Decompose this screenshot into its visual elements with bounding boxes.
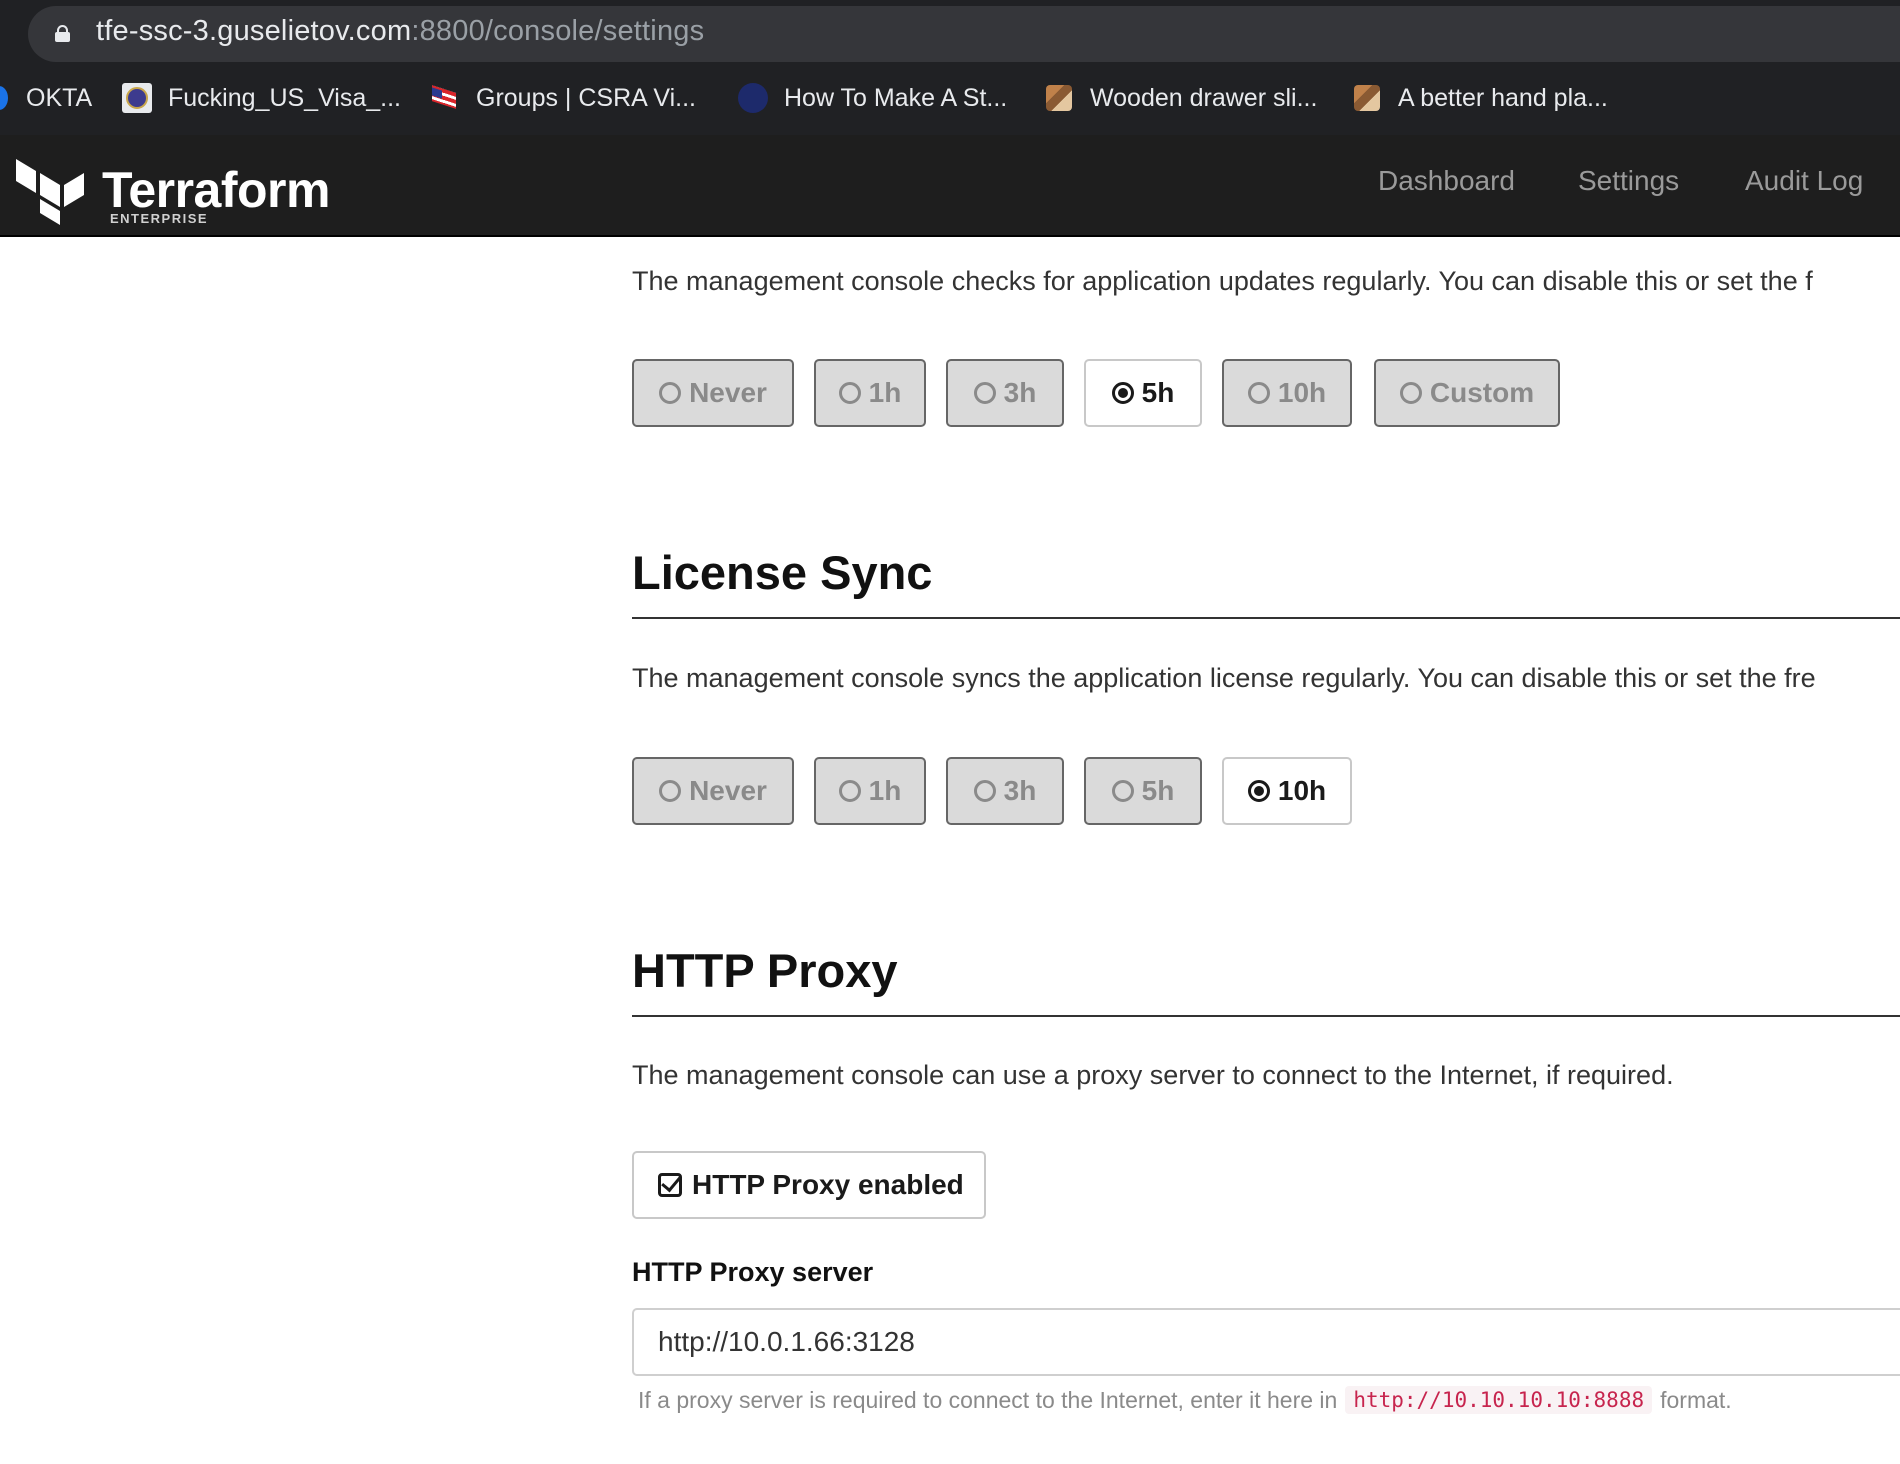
section-divider bbox=[632, 617, 1900, 619]
radio-selected-icon bbox=[1111, 382, 1134, 404]
bookmark-csra-groups[interactable]: Groups | CSRA Vi... bbox=[430, 75, 696, 121]
radio-selected-icon bbox=[1247, 780, 1270, 802]
radio-empty-icon bbox=[1111, 780, 1134, 802]
section-divider bbox=[632, 1015, 1900, 1017]
flag-favicon-icon bbox=[430, 83, 460, 113]
option-label: 3h bbox=[1003, 377, 1037, 408]
updates-option-3h[interactable]: 3h bbox=[946, 359, 1064, 427]
updates-option-1h[interactable]: 1h bbox=[814, 359, 926, 427]
license-sync-option-5h[interactable]: 5h bbox=[1084, 757, 1202, 825]
license-sync-option-1h[interactable]: 1h bbox=[814, 757, 926, 825]
app-header: Terraform ENTERPRISE Dashboard Settings … bbox=[0, 135, 1900, 237]
option-label: 1h bbox=[868, 377, 902, 408]
proxy-help-text: If a proxy server is required to connect… bbox=[638, 1386, 1732, 1414]
checkbox-label: HTTP Proxy enabled bbox=[692, 1169, 964, 1200]
updates-option-never[interactable]: Never bbox=[632, 359, 794, 427]
terraform-logo-icon[interactable] bbox=[16, 157, 86, 225]
http-proxy-title: HTTP Proxy bbox=[632, 944, 898, 997]
license-sync-option-10h[interactable]: 10h bbox=[1222, 757, 1352, 825]
radio-empty-icon bbox=[1247, 382, 1270, 404]
browser-chrome: tfe-ssc-3.guselietov.com:8800/console/se… bbox=[0, 0, 1900, 135]
proxy-server-label: HTTP Proxy server bbox=[632, 1257, 874, 1287]
bookmark-wooden-drawer[interactable]: Wooden drawer sli... bbox=[1044, 75, 1317, 121]
license-sync-description: The management console syncs the applica… bbox=[632, 663, 1816, 693]
option-label: Never bbox=[689, 775, 767, 806]
option-label: 5h bbox=[1141, 775, 1175, 806]
http-proxy-enabled-checkbox[interactable]: HTTP Proxy enabled bbox=[632, 1151, 986, 1219]
option-label: 5h bbox=[1141, 377, 1175, 408]
bookmark-label: Wooden drawer sli... bbox=[1090, 83, 1318, 112]
radio-empty-icon bbox=[838, 382, 861, 404]
radio-empty-icon bbox=[1399, 382, 1422, 404]
bookmark-label: How To Make A St... bbox=[784, 83, 1008, 112]
wood-favicon-icon bbox=[1352, 83, 1382, 113]
bookmark-label: A better hand pla... bbox=[1398, 83, 1608, 112]
nav-settings[interactable]: Settings bbox=[1578, 165, 1679, 197]
option-label: 10h bbox=[1277, 775, 1327, 806]
radio-empty-icon bbox=[659, 382, 682, 404]
nav-audit-log[interactable]: Audit Log bbox=[1745, 165, 1863, 197]
http-proxy-description: The management console can use a proxy s… bbox=[632, 1060, 1674, 1090]
license-sync-option-3h[interactable]: 3h bbox=[946, 757, 1064, 825]
url-text[interactable]: tfe-ssc-3.guselietov.com:8800/console/se… bbox=[96, 15, 704, 48]
option-label: Custom bbox=[1429, 377, 1535, 408]
proxy-server-input[interactable] bbox=[632, 1308, 1900, 1376]
radio-empty-icon bbox=[973, 780, 996, 802]
help-example-code: http://10.10.10.10:8888 bbox=[1345, 1386, 1653, 1414]
bookmark-label: Groups | CSRA Vi... bbox=[476, 83, 697, 112]
option-label: 1h bbox=[868, 775, 902, 806]
radio-empty-icon bbox=[659, 780, 682, 802]
okta-favicon-icon bbox=[0, 86, 8, 110]
updates-option-10h[interactable]: 10h bbox=[1222, 359, 1352, 427]
bookmark-us-visa[interactable]: Fucking_US_Visa_... bbox=[122, 75, 401, 121]
license-sync-title: License Sync bbox=[632, 546, 933, 599]
help-suffix: format. bbox=[1660, 1386, 1732, 1413]
app-updates-description: The management console checks for applic… bbox=[632, 266, 1813, 296]
radio-empty-icon bbox=[838, 780, 861, 802]
bookmarks-bar: OKTA Fucking_US_Visa_... Groups | CSRA V… bbox=[0, 75, 1900, 121]
bookmark-okta[interactable]: OKTA bbox=[26, 75, 92, 121]
wood-favicon-icon bbox=[1044, 83, 1074, 113]
badge-favicon-icon bbox=[738, 83, 768, 113]
bookmark-label: Fucking_US_Visa_... bbox=[168, 83, 401, 112]
updates-option-5h[interactable]: 5h bbox=[1084, 359, 1202, 427]
bookmark-label: OKTA bbox=[26, 83, 93, 112]
logo-subtext: ENTERPRISE bbox=[110, 211, 209, 226]
nav-dashboard[interactable]: Dashboard bbox=[1378, 165, 1515, 197]
option-label: 10h bbox=[1277, 377, 1327, 408]
seal-favicon-icon bbox=[122, 83, 152, 113]
bookmark-how-to-make[interactable]: How To Make A St... bbox=[738, 75, 1007, 121]
bookmark-hand-plane[interactable]: A better hand pla... bbox=[1352, 75, 1608, 121]
checkbox-checked-icon bbox=[658, 1173, 682, 1197]
license-sync-option-never[interactable]: Never bbox=[632, 757, 794, 825]
updates-option-custom[interactable]: Custom bbox=[1374, 359, 1560, 427]
help-prefix: If a proxy server is required to connect… bbox=[638, 1386, 1338, 1413]
option-label: 3h bbox=[1003, 775, 1037, 806]
option-label: Never bbox=[689, 377, 767, 408]
lock-icon[interactable] bbox=[55, 25, 70, 42]
radio-empty-icon bbox=[973, 382, 996, 404]
